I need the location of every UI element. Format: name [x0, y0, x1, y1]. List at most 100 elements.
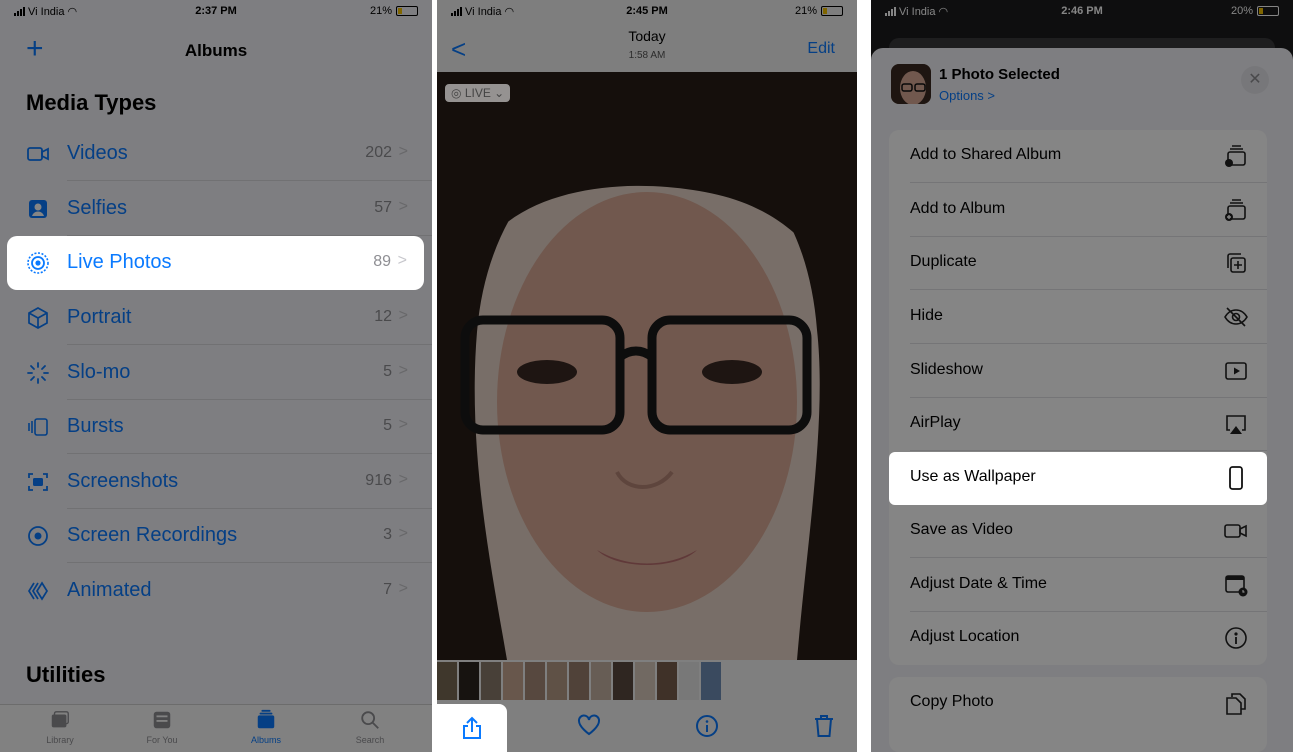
chevron-right-icon: >: [398, 198, 408, 215]
battery-percent: 20%: [1230, 5, 1253, 17]
thumbnail-strip[interactable]: [437, 660, 857, 702]
nav-bar: + Albums: [0, 28, 432, 72]
album-row-bursts[interactable]: Bursts 5 >: [0, 400, 432, 454]
info-icon[interactable]: [695, 714, 719, 738]
album-count: 202: [365, 144, 392, 161]
share-sheet-screen: Vi India ◠ 2:46 PM 20% 1 Photo Selected O…: [871, 0, 1293, 752]
thumbnail[interactable]: [679, 662, 699, 700]
action-slideshow[interactable]: Slideshow: [889, 345, 1267, 398]
action-label: Adjust Location: [910, 628, 1020, 645]
divider: [67, 344, 432, 345]
photo-image[interactable]: [437, 72, 857, 660]
selected-photo-thumbnail: [891, 64, 931, 104]
divider: [67, 453, 432, 454]
page-title: Albums: [184, 41, 248, 60]
action-adjust-date-time[interactable]: Adjust Date & Time: [889, 559, 1267, 612]
thumbnail[interactable]: [481, 662, 501, 700]
close-icon[interactable]: ✕: [1241, 66, 1269, 94]
shared-album-icon: [1225, 145, 1246, 167]
add-album-icon: [1225, 199, 1246, 221]
chevron-right-icon: >: [398, 362, 408, 379]
battery-icon: [821, 6, 843, 16]
share-button-highlight[interactable]: [437, 704, 507, 752]
thumbnail[interactable]: [569, 662, 589, 700]
status-bar: Vi India ◠ 2:46 PM 20%: [871, 0, 1293, 22]
location-info-icon: [1225, 627, 1247, 649]
battery-icon: [1257, 6, 1279, 16]
divider: [910, 450, 1267, 451]
album-count: 3: [383, 526, 392, 543]
action-label: Hide: [910, 307, 943, 324]
album-label: Live Photos: [67, 251, 172, 273]
album-row-live-photos[interactable]: Live Photos 89 >: [7, 236, 424, 290]
live-badge[interactable]: ◎ LIVE ⌄: [445, 84, 511, 102]
selection-title: 1 Photo Selected: [939, 66, 1060, 83]
selfie-icon: [29, 200, 47, 218]
thumbnail[interactable]: [701, 662, 721, 700]
live-badge-label: LIVE: [464, 86, 491, 100]
album-row-screen-recordings[interactable]: Screen Recordings 3 >: [0, 509, 432, 563]
video-icon: [1224, 524, 1247, 538]
album-row-selfies[interactable]: Selfies 57 >: [0, 182, 432, 236]
thumbnail[interactable]: [657, 662, 677, 700]
thumbnail[interactable]: [503, 662, 523, 700]
album-row-slo-mo[interactable]: Slo-mo 5 >: [0, 346, 432, 400]
status-bar: Vi India ◠ 2:37 PM 21%: [0, 0, 432, 22]
tab-label: Library: [46, 735, 74, 745]
nav-bar: Vi India ◠ 2:45 PM 21% < Today 1:58 AM Ed…: [437, 0, 857, 72]
action-use-as-wallpaper[interactable]: Use as Wallpaper: [889, 452, 1267, 505]
hide-eye-icon: [1224, 307, 1248, 327]
action-save-as-video[interactable]: Save as Video: [889, 505, 1267, 558]
tab-search[interactable]: Search: [330, 709, 410, 745]
tab-label: For You: [146, 735, 178, 745]
thumbnail[interactable]: [613, 662, 633, 700]
slomo-icon: [27, 362, 49, 384]
thumbnail[interactable]: [591, 662, 611, 700]
heart-icon[interactable]: [577, 714, 601, 736]
thumbnail[interactable]: [547, 662, 567, 700]
action-label: Adjust Date & Time: [910, 575, 1047, 592]
divider: [910, 289, 1267, 290]
section-header-media-types: Media Types: [26, 90, 157, 115]
album-label: Videos: [67, 142, 128, 164]
trash-icon[interactable]: [813, 714, 835, 738]
tab-label: Search: [355, 735, 385, 745]
action-duplicate[interactable]: Duplicate: [889, 237, 1267, 290]
tab-library[interactable]: Library: [20, 709, 100, 745]
action-hide[interactable]: Hide: [889, 291, 1267, 344]
tab-label: Albums: [250, 735, 281, 745]
edit-button[interactable]: Edit: [807, 40, 835, 58]
action-label: AirPlay: [910, 414, 961, 431]
action-label: Copy Photo: [910, 693, 994, 710]
action-label: Add to Shared Album: [910, 146, 1062, 163]
action-copy-photo[interactable]: Copy Photo: [889, 677, 1267, 730]
thumbnail[interactable]: [459, 662, 479, 700]
album-count: 89: [373, 253, 391, 270]
library-icon: [51, 711, 69, 728]
section-header-utilities: Utilities: [26, 662, 106, 687]
tab-albums[interactable]: Albums: [226, 709, 306, 745]
slideshow-play-icon: [1225, 362, 1247, 380]
action-add-to-shared-album[interactable]: Add to Shared Album: [889, 130, 1267, 183]
photo-viewer-screen: Vi India ◠ 2:45 PM 21% < Today 1:58 AM Ed…: [437, 0, 857, 752]
options-link[interactable]: Options >: [939, 88, 995, 103]
album-row-animated[interactable]: Animated 7 >: [0, 564, 432, 618]
album-label: Selfies: [67, 197, 128, 219]
thumbnail[interactable]: [635, 662, 655, 700]
airplay-icon: [1226, 415, 1246, 434]
thumbnail[interactable]: [525, 662, 545, 700]
action-airplay[interactable]: AirPlay: [889, 398, 1267, 451]
action-add-to-album[interactable]: Add to Album: [889, 184, 1267, 237]
album-row-portrait[interactable]: Portrait 12 >: [0, 291, 432, 345]
screenshot-icon: [28, 473, 48, 491]
action-adjust-location[interactable]: Adjust Location: [889, 612, 1267, 665]
album-row-videos[interactable]: Videos 202 >: [0, 127, 432, 181]
albums-screen: Vi India ◠ 2:37 PM 21% + Albums Media Typ…: [0, 0, 432, 752]
thumbnail[interactable]: [437, 662, 457, 700]
status-time: 2:37 PM: [195, 5, 237, 17]
video-icon: [27, 147, 49, 161]
calendar-clock-icon: [1225, 575, 1248, 597]
selfie-photo: [437, 72, 857, 660]
tab-for-you[interactable]: For You: [122, 709, 202, 745]
album-row-screenshots[interactable]: Screenshots 916 >: [0, 455, 432, 509]
